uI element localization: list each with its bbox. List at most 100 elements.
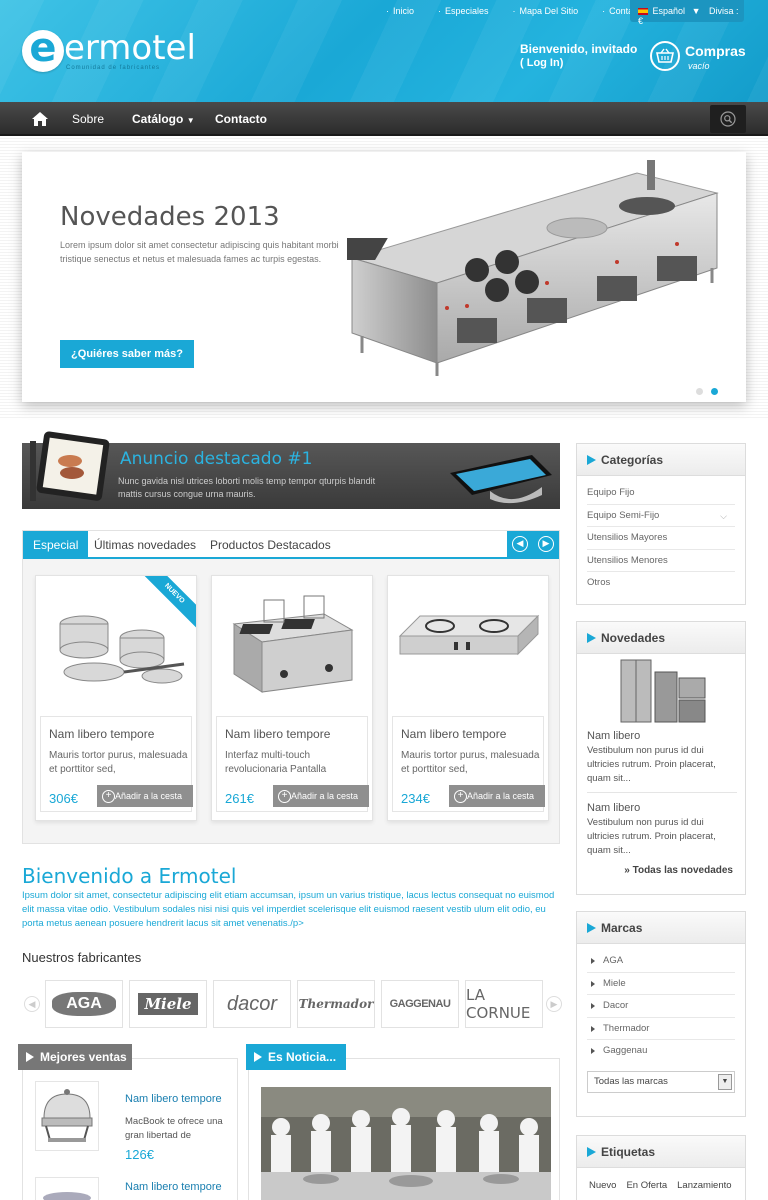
news-box [248, 1058, 560, 1200]
slide-cta-button[interactable]: ¿Quiéres saber más? [60, 340, 194, 368]
product-image [43, 1192, 91, 1200]
category-item[interactable]: Equipo Semi-Fijo ⌵ [587, 505, 735, 527]
language-label[interactable]: Español [653, 6, 686, 16]
brand-logo-aga[interactable]: AGA [45, 980, 123, 1028]
home-icon[interactable] [26, 108, 54, 130]
brand-select[interactable]: Todas las marcas ▼ [587, 1070, 735, 1093]
add-to-cart-button[interactable]: Añadir a la cesta [273, 785, 369, 807]
tablet-stand-image [450, 455, 552, 504]
site-logo[interactable]: e ermotel Comunidad de fabricantes [22, 28, 222, 75]
marcas-list: AGA Miele Dacor Thermador Gaggenau [577, 944, 745, 1065]
add-to-cart-button[interactable]: Añadir a la cesta [97, 785, 193, 807]
brand-logo-miele[interactable]: Miele [129, 980, 207, 1028]
tablet-image [30, 431, 110, 501]
top-link-mapa[interactable]: Mapa Del Sitio [513, 6, 579, 16]
featured-ad-banner[interactable]: Anuncio destacado #1 Nunc gavida nisl ut… [22, 431, 560, 509]
tag-item[interactable]: Lanzamiento [677, 1180, 731, 1191]
tag-item[interactable]: En Oferta [626, 1180, 667, 1191]
nav-catalogo-label: Catálogo [132, 112, 184, 126]
product-thumb[interactable] [35, 1177, 99, 1200]
brand-logo-dacor[interactable]: dacor [213, 980, 291, 1028]
category-item[interactable]: Utensilios Mayores [587, 527, 735, 550]
hotplate-image [398, 614, 540, 656]
novedades-title: Novedades [577, 622, 745, 654]
brand-logo-text: dacor [226, 992, 278, 1015]
category-item[interactable]: Otros [587, 572, 735, 595]
dropdown-arrow-icon[interactable]: ▼ [718, 1073, 732, 1090]
tag-item[interactable]: Nuevo [589, 1180, 616, 1191]
top-link-especiales[interactable]: Especiales [438, 6, 489, 16]
tag-list: Nuevo En Oferta Lanzamiento [577, 1168, 745, 1191]
product-desc: Interfaz multi-touch revolucionaria Pant… [225, 750, 327, 775]
brand-item[interactable]: Miele [587, 973, 735, 995]
categories-list: Equipo Fijo Equipo Semi-Fijo ⌵ Utensilios… [577, 476, 745, 601]
novedades-box: Novedades Nam libero Vestibulum non puru… [576, 621, 746, 895]
logo-e-icon: e [22, 28, 64, 72]
shopping-basket-icon[interactable] [650, 41, 680, 71]
product-card[interactable]: Nam libero tempore Interfaz multi-touch … [211, 575, 373, 821]
nav-contacto[interactable]: Contacto [215, 112, 267, 126]
novedad-name[interactable]: Nam libero [587, 802, 640, 814]
category-item[interactable]: Utensilios Menores [587, 550, 735, 572]
brand-logo-gaggenau[interactable]: GAGGENAU [381, 980, 459, 1028]
bestseller-name[interactable]: Nam libero tempore [125, 1181, 222, 1193]
product-card[interactable]: Nam libero tempore Mauris tortor purus, … [387, 575, 549, 821]
product-desc: Mauris tortor purus, malesuada et portti… [49, 750, 188, 775]
brand-item[interactable]: Dacor [587, 995, 735, 1018]
brand-logo-la-cornue[interactable]: LA CORNUE [465, 980, 543, 1028]
product-name[interactable]: Nam libero tempore [49, 727, 154, 741]
slider-dot-2[interactable] [711, 388, 718, 395]
top-link-inicio[interactable]: Inicio [386, 6, 414, 16]
welcome-text: Bienvenido, invitado [520, 42, 638, 56]
tab-especial[interactable]: Especial [23, 531, 89, 559]
cart-title[interactable]: Compras [685, 43, 746, 59]
cookware-set-image [59, 615, 185, 684]
nav-sobre[interactable]: Sobre [72, 112, 104, 126]
slide: Novedades 2013 Lorem ipsum dolor sit ame… [22, 152, 746, 402]
category-item[interactable]: Equipo Fijo [587, 482, 735, 505]
search-button[interactable] [710, 105, 746, 133]
product-name[interactable]: Nam libero tempore [401, 727, 506, 741]
brand-item[interactable]: Thermador [587, 1018, 735, 1040]
news-title: Es Noticia... [246, 1044, 346, 1070]
product-info: Nam libero tempore Mauris tortor purus, … [40, 716, 193, 812]
chevron-down-icon[interactable]: ▼ [692, 6, 701, 16]
chevron-down-icon[interactable]: ⌵ [720, 505, 727, 527]
novedad-text: Vestibulum non purus id dui ultricies ru… [587, 817, 716, 856]
appliances-image[interactable] [617, 658, 707, 724]
arrow-left-icon[interactable]: ◀ [512, 536, 528, 552]
novedad-name[interactable]: Nam libero [587, 730, 640, 742]
welcome-title: Bienvenido a Ermotel [22, 864, 237, 888]
bestseller-name[interactable]: Nam libero tempore [125, 1093, 222, 1105]
slide-text: Lorem ipsum dolor sit amet consectetur a… [60, 240, 339, 264]
best-sellers-box: Nam libero tempore MacBook te ofrece una… [22, 1058, 238, 1200]
product-name[interactable]: Nam libero tempore [225, 727, 330, 741]
marcas-box: Marcas AGA Miele Dacor Thermador Gaggena… [576, 911, 746, 1117]
add-to-cart-button[interactable]: Añadir a la cesta [449, 785, 545, 807]
tab-ultimas-novedades[interactable]: Últimas novedades [84, 531, 206, 559]
manufacturers-prev-icon[interactable]: ◀ [24, 996, 40, 1012]
product-thumb[interactable] [35, 1081, 99, 1151]
chafing-dish-image [41, 1089, 93, 1142]
product-card[interactable]: NUEVO Nam libero tempore Mauris tortor p… [35, 575, 197, 821]
spain-flag-icon [638, 8, 648, 16]
slider-dot-1[interactable] [696, 388, 703, 395]
top-links: Inicio Especiales Mapa Del Sitio Contact… [386, 6, 669, 16]
all-novedades-link[interactable]: » Todas las novedades [624, 865, 733, 876]
brand-logo-text: GAGGENAU [389, 998, 451, 1010]
arrow-right-icon[interactable]: ▶ [538, 536, 554, 552]
divider [587, 792, 737, 793]
brand-logo-thermador[interactable]: Thermador [297, 980, 375, 1028]
manufacturers-next-icon[interactable]: ▶ [546, 996, 562, 1012]
carousel-arrows: ◀ ▶ [507, 531, 559, 557]
nav-catalogo[interactable]: Catálogo ▼ [132, 112, 195, 126]
login-link[interactable]: ( Log In) [520, 57, 563, 69]
chefs-kitchen-image[interactable] [261, 1087, 551, 1200]
product-info: Nam libero tempore Mauris tortor purus, … [392, 716, 545, 812]
language-currency-box[interactable]: Español ▼ Divisa : € [630, 0, 744, 26]
slider-pagination [696, 388, 718, 395]
brand-item[interactable]: Gaggenau [587, 1040, 735, 1063]
kitchen-equipment-image [347, 160, 719, 376]
brand-item[interactable]: AGA [587, 950, 735, 973]
tab-productos-destacados[interactable]: Productos Destacados [200, 531, 341, 559]
